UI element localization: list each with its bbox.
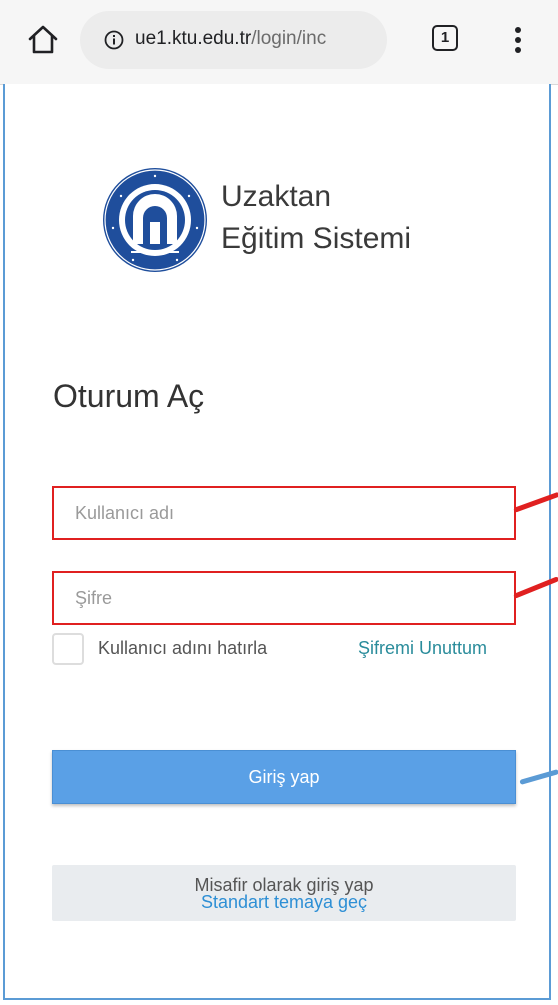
password-field-highlight: [52, 571, 516, 625]
username-field-highlight: [52, 486, 516, 540]
url-path: /login/inc: [251, 28, 327, 49]
standard-theme-link[interactable]: Standart temaya geç: [52, 892, 516, 913]
brand-title-line1: Uzaktan: [221, 180, 332, 213]
username-input[interactable]: [54, 488, 514, 538]
forgot-password-link[interactable]: Şifremi Unuttum: [358, 638, 487, 659]
home-icon[interactable]: [26, 22, 60, 56]
ktu-seal-icon: [103, 168, 207, 272]
remember-checkbox[interactable]: [52, 633, 84, 665]
remember-label[interactable]: Kullanıcı adını hatırla: [98, 638, 267, 659]
page-title: Oturum Aç: [53, 378, 205, 414]
password-input[interactable]: [54, 573, 514, 623]
more-vert-icon[interactable]: [508, 23, 528, 57]
guest-login-button[interactable]: Misafir olarak giriş yap Standart temaya…: [52, 865, 516, 921]
url-host: ue1.ktu.edu.tr: [135, 28, 252, 49]
address-bar[interactable]: ue1.ktu.edu.tr/login/inc: [80, 11, 387, 69]
url-text[interactable]: ue1.ktu.edu.tr/login/inc: [135, 28, 380, 50]
brand-title-line2: Eğitim Sistemi: [221, 222, 412, 255]
tabs-icon[interactable]: 1: [432, 25, 458, 51]
browser-toolbar: ue1.ktu.edu.tr/login/inc 1: [0, 0, 558, 85]
login-button[interactable]: Giriş yap: [52, 750, 516, 804]
info-icon[interactable]: [104, 30, 124, 50]
